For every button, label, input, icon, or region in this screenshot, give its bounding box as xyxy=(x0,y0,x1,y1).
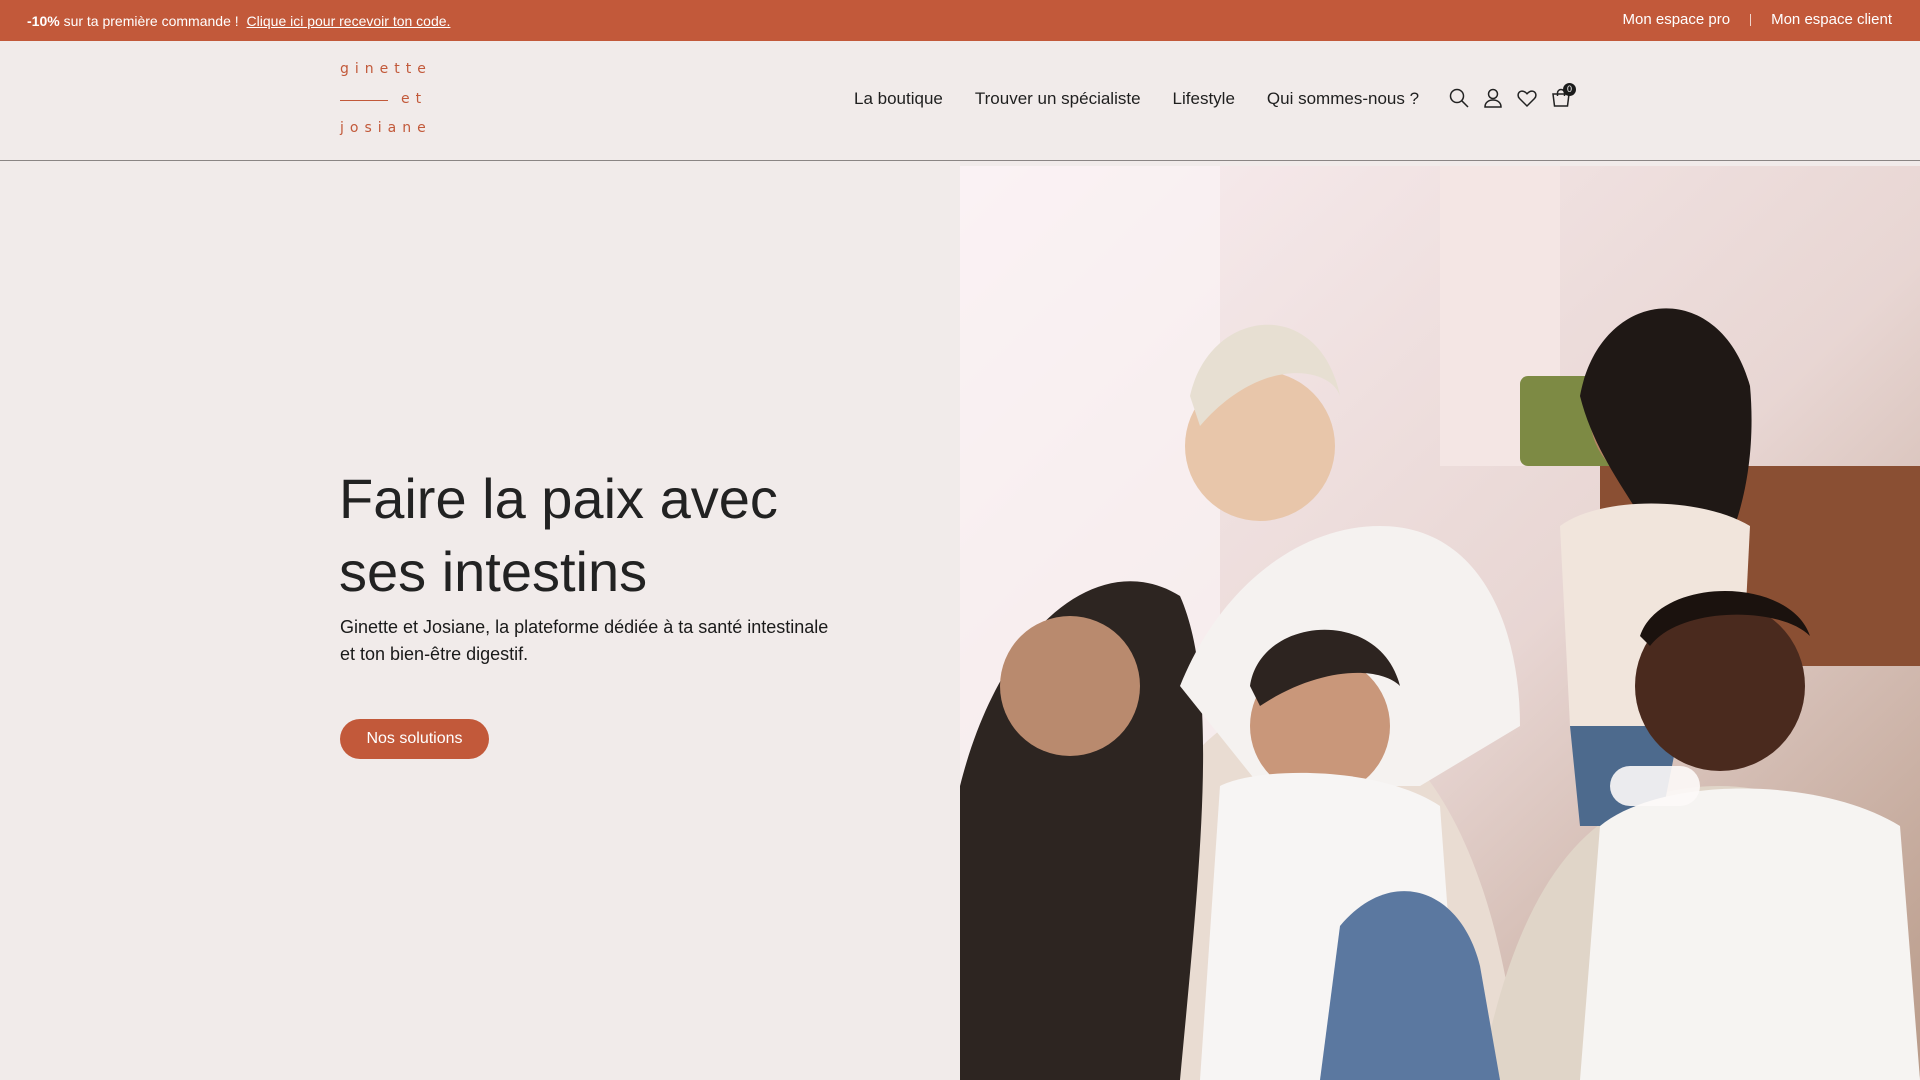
hero-title-line-2: ses intestins xyxy=(339,540,648,603)
nav-item-boutique[interactable]: La boutique xyxy=(854,89,943,109)
promo-code-link[interactable]: Clique ici pour recevoir ton code. xyxy=(247,13,451,29)
logo-dash xyxy=(340,100,388,101)
cart-count-badge: 0 xyxy=(1563,83,1576,96)
client-space-link[interactable]: Mon espace client xyxy=(1771,11,1892,28)
promo-text: sur ta première commande ! xyxy=(63,13,239,29)
nav-item-lifestyle[interactable]: Lifestyle xyxy=(1173,89,1235,109)
hero-subtitle-line-2: et ton bien-être digestif. xyxy=(340,644,529,664)
site-header: ginette et josiane La boutique Trouver u… xyxy=(0,41,1920,161)
hero-subtitle: Ginette et Josiane, la plateforme dédiée… xyxy=(340,614,860,668)
announcement-bar: -10% sur ta première commande ! Clique i… xyxy=(0,0,1920,41)
header-icons: 0 xyxy=(1448,83,1576,109)
main-nav: La boutique Trouver un spécialiste Lifes… xyxy=(854,89,1419,109)
solutions-button[interactable]: Nos solutions xyxy=(340,719,489,759)
logo-line-1: ginette xyxy=(340,61,432,77)
links-divider xyxy=(1750,13,1752,26)
promo-message: -10% sur ta première commande ! Clique i… xyxy=(27,13,450,29)
user-icon[interactable] xyxy=(1482,87,1504,109)
hero-photo xyxy=(960,166,1920,1080)
nav-item-about[interactable]: Qui sommes-nous ? xyxy=(1267,89,1419,109)
pro-space-link[interactable]: Mon espace pro xyxy=(1623,11,1731,28)
hero-subtitle-line-1: Ginette et Josiane, la plateforme dédiée… xyxy=(340,617,829,637)
cart-icon[interactable]: 0 xyxy=(1550,83,1576,109)
account-links: Mon espace pro Mon espace client xyxy=(1623,11,1892,28)
hero-title-line-1: Faire la paix avec xyxy=(339,467,778,530)
search-icon[interactable] xyxy=(1448,87,1470,109)
hero-photo-illustration xyxy=(960,166,1920,1080)
logo-line-3: josiane xyxy=(340,120,432,136)
nav-item-specialiste[interactable]: Trouver un spécialiste xyxy=(975,89,1141,109)
heart-icon[interactable] xyxy=(1516,87,1538,109)
brand-logo[interactable]: ginette et josiane xyxy=(340,61,430,141)
logo-line-2: et xyxy=(401,91,428,107)
hero-title: Faire la paix avec ses intestins xyxy=(339,462,899,608)
promo-discount: -10% xyxy=(27,13,60,29)
